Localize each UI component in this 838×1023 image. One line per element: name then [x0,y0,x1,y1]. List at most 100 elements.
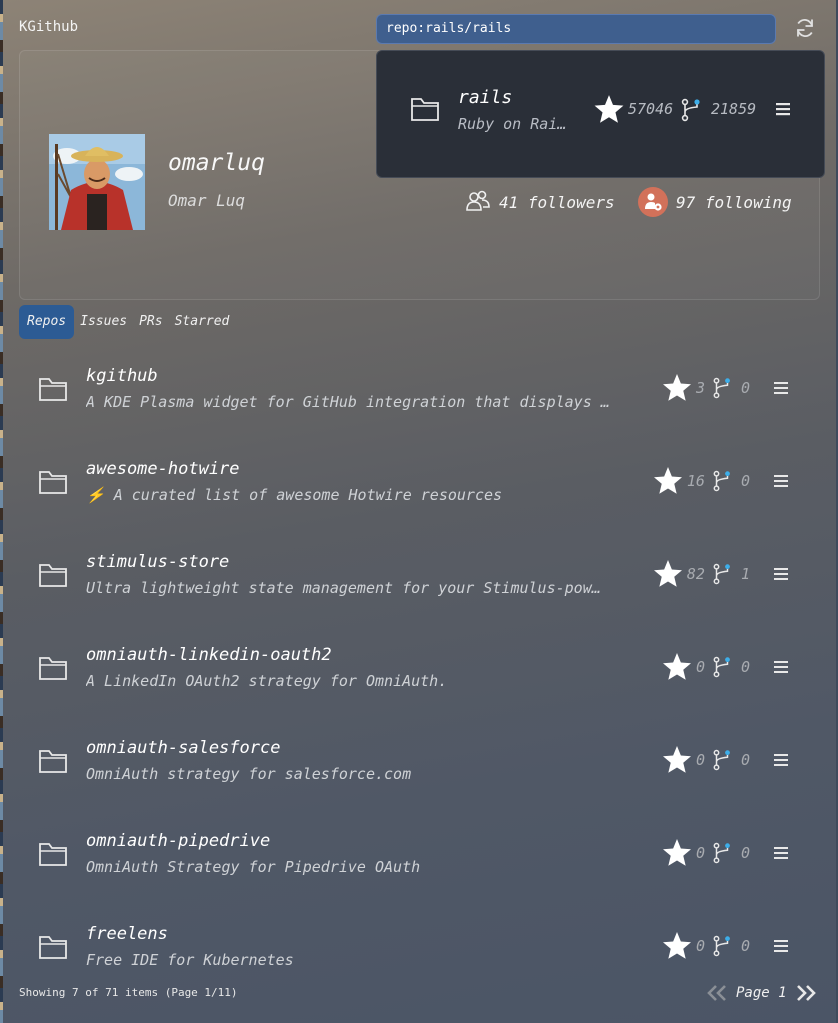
repo-stats: 0 0 [661,650,788,684]
star-icon[interactable] [652,465,684,497]
pager: Page 1 [706,983,817,1003]
fork-icon [713,656,730,678]
repo-stats: 0 0 [661,743,788,777]
repo-fork-count: 0 [740,658,750,676]
tab-bar: Repos Issues PRs Starred [19,305,235,339]
repo-stats: 0 0 [661,836,788,870]
fork-icon [713,563,730,585]
repo-star-count: 16 [686,472,705,490]
repo-row[interactable]: freelens Free IDE for Kubernetes 0 0 [0,899,838,992]
folder-icon [411,98,439,121]
star-icon[interactable] [661,651,693,683]
avatar[interactable] [49,134,145,230]
menu-icon[interactable] [775,102,791,116]
followers-count: 41 followers [499,192,615,212]
menu-icon[interactable] [774,475,788,487]
folder-icon [39,936,67,959]
repo-description: A KDE Plasma widget for GitHub integrati… [86,393,610,411]
repo-description: A LinkedIn OAuth2 strategy for OmniAuth. [86,672,448,690]
fork-icon [713,470,730,492]
avatar-image [49,134,145,230]
popup-star-count: 57046 [628,100,674,118]
next-page-icon[interactable] [795,984,817,1002]
following-count: 97 following [676,192,792,212]
folder-icon [39,378,67,401]
tab-repos[interactable]: Repos [19,305,75,339]
star-icon[interactable] [652,558,684,590]
popup-fork-count: 21859 [711,100,757,118]
repo-name[interactable]: awesome-hotwire [86,459,240,479]
menu-icon[interactable] [774,661,788,673]
followers-stat[interactable]: 41 followers [465,188,615,216]
repo-description: OmniAuth strategy for salesforce.com [86,765,412,783]
repo-star-count: 3 [695,379,705,397]
fork-icon [713,842,730,864]
folder-icon [39,657,67,680]
repo-description: ⚡ A curated list of awesome Hotwire reso… [86,486,503,504]
followers-icon [466,190,490,211]
repo-star-count: 0 [695,844,705,862]
repo-star-count: 0 [695,658,705,676]
repo-row[interactable]: stimulus-store Ultra lightweight state m… [0,527,838,620]
following-stat[interactable]: 97 following [638,187,792,217]
tab-starred[interactable]: Starred [169,305,236,339]
fork-icon [713,377,730,399]
repo-fork-count: 0 [740,844,750,862]
star-icon[interactable] [661,744,693,776]
menu-icon[interactable] [774,940,788,952]
folder-icon [39,471,67,494]
repo-star-count: 0 [695,751,705,769]
repo-description: OmniAuth Strategy for Pipedrive OAuth [86,858,421,876]
menu-icon[interactable] [774,382,788,394]
folder-icon [39,843,67,866]
repo-description: Free IDE for Kubernetes [86,951,294,969]
page-label: Page 1 [736,985,787,1001]
tab-issues[interactable]: Issues [74,305,133,339]
repo-fork-count: 0 [740,751,750,769]
repo-star-count: 0 [695,937,705,955]
repo-name[interactable]: omniauth-linkedin-oauth2 [86,645,332,665]
repo-description: Ultra lightweight state management for y… [86,579,601,597]
repo-row[interactable]: omniauth-salesforce OmniAuth strategy fo… [0,713,838,806]
star-icon [594,95,624,123]
menu-icon[interactable] [774,568,788,580]
folder-icon [39,564,67,587]
fork-icon [713,935,730,957]
folder-icon [39,750,67,773]
popup-repo-description: Ruby on Rai… [458,115,567,133]
repo-stats: 0 0 [661,929,788,963]
repo-stats: 3 0 [661,371,788,405]
repo-row[interactable]: omniauth-linkedin-oauth2 A LinkedIn OAut… [0,620,838,713]
repo-stats: 82 1 [652,557,788,591]
repo-fork-count: 0 [740,472,750,490]
repo-row[interactable]: kgithub A KDE Plasma widget for GitHub i… [0,341,838,434]
repo-name[interactable]: stimulus-store [86,552,229,572]
repo-row[interactable]: omniauth-pipedrive OmniAuth Strategy for… [0,806,838,899]
menu-icon[interactable] [774,754,788,766]
repo-name[interactable]: freelens [86,924,168,944]
repo-star-count: 82 [686,565,705,583]
menu-icon[interactable] [774,847,788,859]
star-icon[interactable] [661,837,693,869]
footer-status: Showing 7 of 71 items (Page 1/11) [19,986,238,999]
fork-icon [713,749,730,771]
repo-name[interactable]: omniauth-pipedrive [86,831,270,851]
repo-stats: 16 0 [652,464,788,498]
profile-login: omarluq [168,150,265,176]
prev-page-icon[interactable] [706,984,728,1002]
repo-name[interactable]: omniauth-salesforce [86,738,280,758]
repo-fork-count: 0 [740,937,750,955]
popup-repo-name[interactable]: rails [458,87,512,108]
refresh-icon [797,19,813,37]
star-icon[interactable] [661,930,693,962]
tab-prs[interactable]: PRs [133,305,168,339]
star-icon[interactable] [661,372,693,404]
repo-row[interactable]: awesome-hotwire ⚡ A curated list of awes… [0,434,838,527]
fork-icon [681,98,700,122]
search-input[interactable]: repo:rails/rails [376,14,776,44]
refresh-button[interactable] [793,16,817,40]
app-title: KGithub [19,19,79,35]
repo-fork-count: 1 [740,565,750,583]
profile-name: Omar Luq [168,191,246,210]
repo-name[interactable]: kgithub [86,366,158,386]
